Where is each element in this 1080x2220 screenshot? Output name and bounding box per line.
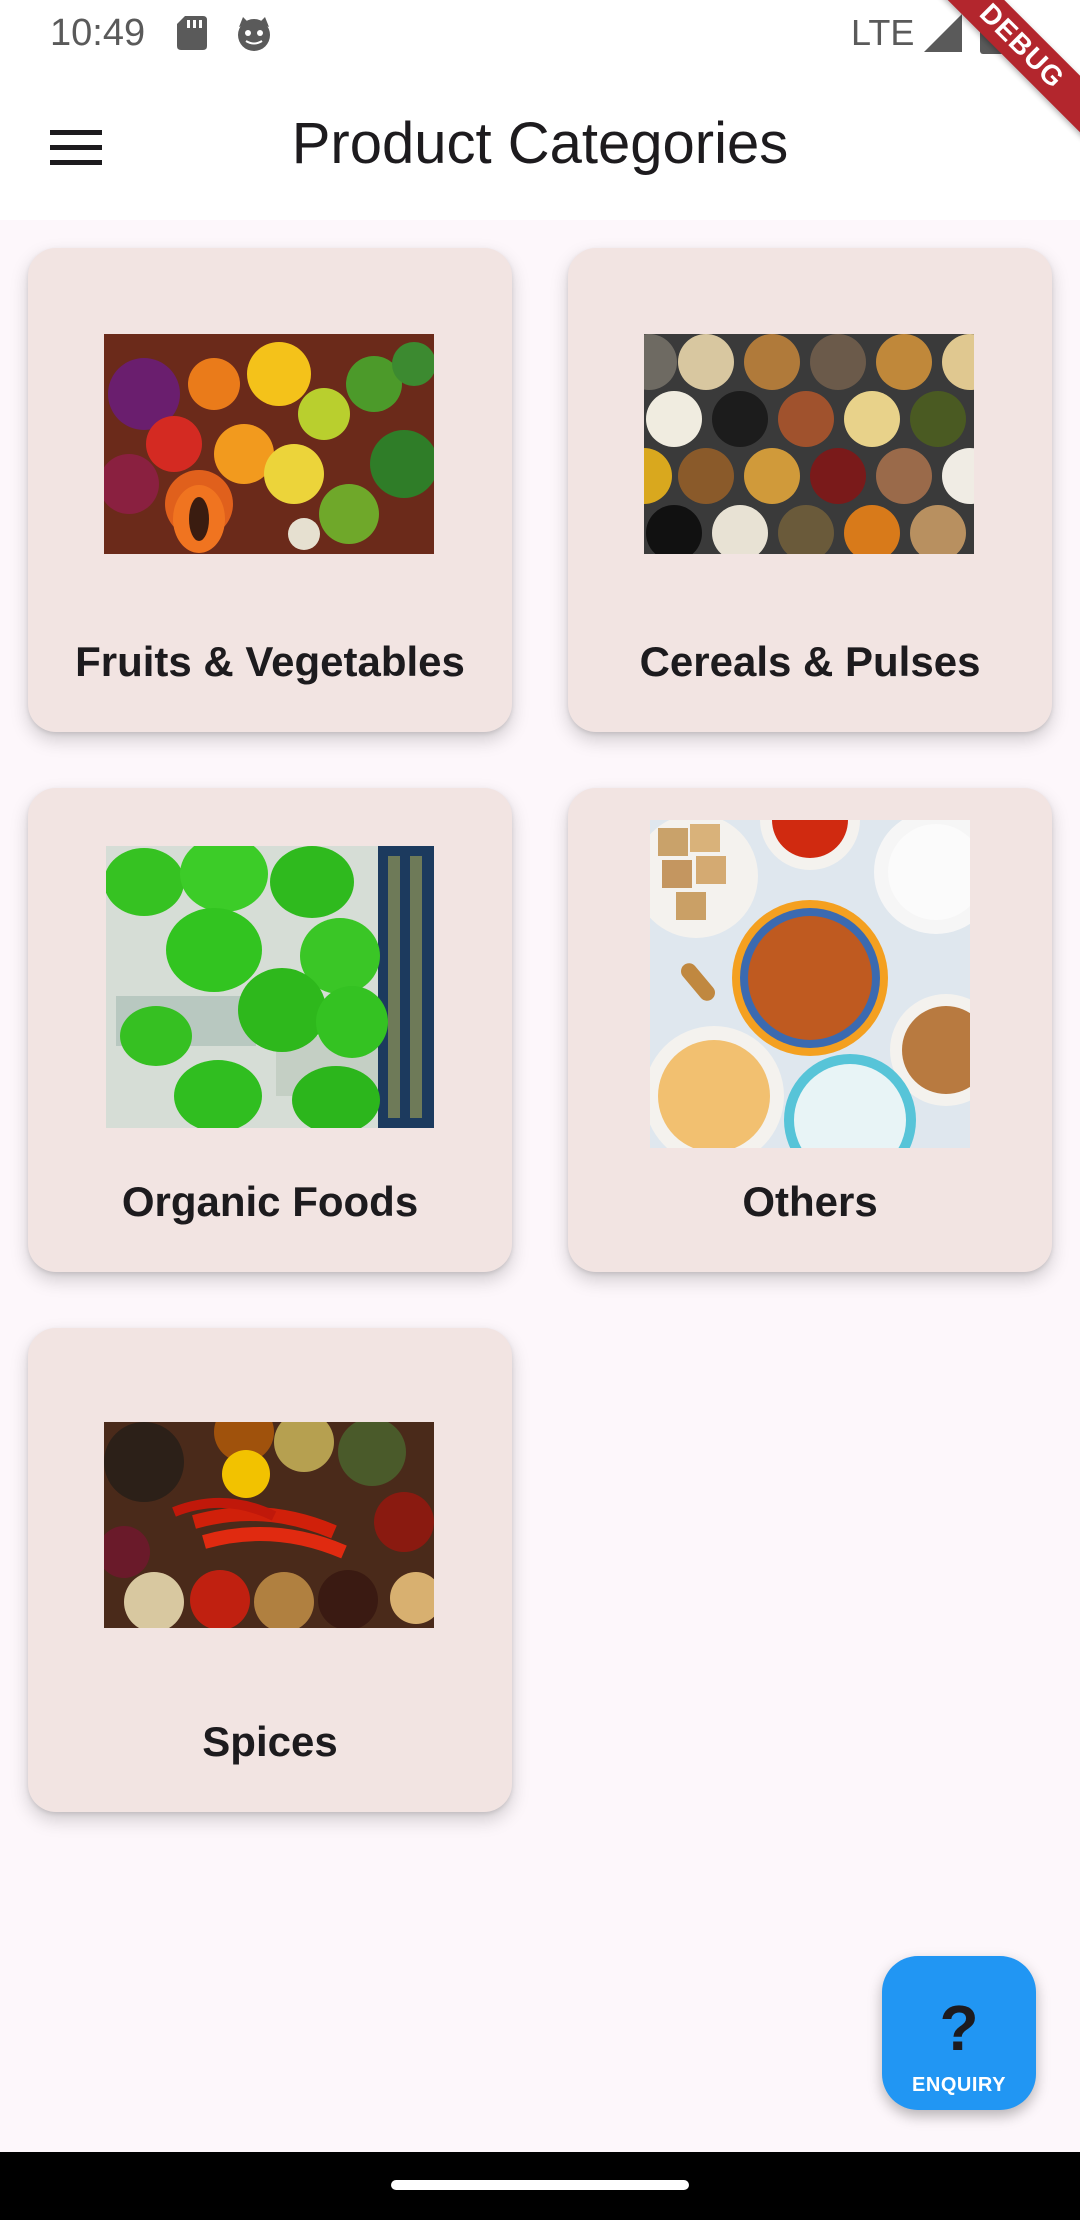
status-time: 10:49: [50, 12, 146, 54]
home-gesture-handle[interactable]: [391, 2180, 689, 2190]
enquiry-label: ENQUIRY: [912, 2074, 1006, 2096]
system-navigation-bar: [0, 2152, 1080, 2220]
status-bar: 10:49 LTE: [0, 0, 1080, 64]
app-bar: Product Categories: [0, 64, 1080, 220]
page-title: Product Categories: [291, 111, 789, 176]
network-type: LTE: [851, 12, 915, 53]
organic-foods-image: [106, 846, 434, 1128]
category-card-spices[interactable]: Spices: [28, 1328, 512, 1812]
category-label: Organic Foods: [121, 1178, 419, 1225]
category-label: Spices: [202, 1718, 338, 1765]
category-card-others[interactable]: Others: [568, 788, 1052, 1272]
cereals-pulses-image: [644, 334, 974, 554]
sd-card-icon: [177, 16, 207, 50]
cat-icon: [238, 17, 270, 51]
enquiry-button[interactable]: ? ENQUIRY: [882, 1956, 1036, 2110]
category-card-organic-foods[interactable]: Organic Foods: [28, 788, 512, 1272]
question-mark-icon: ?: [939, 1992, 979, 2064]
category-card-cereals-pulses[interactable]: Cereals & Pulses: [568, 248, 1052, 732]
signal-icon: [924, 14, 962, 52]
category-card-fruits-vegetables[interactable]: Fruits & Vegetables: [28, 248, 512, 732]
category-label: Cereals & Pulses: [639, 638, 981, 685]
category-label: Fruits & Vegetables: [75, 638, 465, 685]
category-label: Others: [742, 1178, 878, 1225]
fruits-vegetables-image: [104, 334, 434, 554]
spices-image: [104, 1422, 434, 1628]
others-image: [650, 820, 970, 1148]
